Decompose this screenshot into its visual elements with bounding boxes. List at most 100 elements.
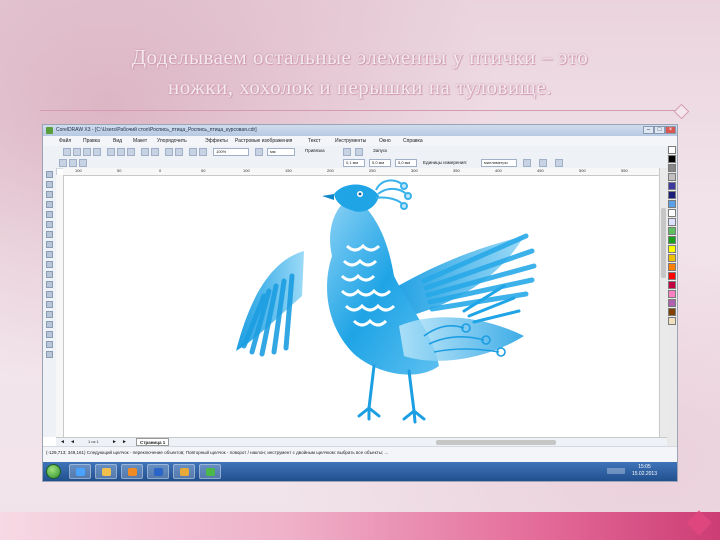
nudge-offset-field[interactable]: 0,1 мм <box>343 159 365 167</box>
welcome-screen-icon[interactable] <box>355 148 363 156</box>
maximize-button[interactable]: □ <box>654 126 665 134</box>
palette-swatch[interactable] <box>668 272 676 280</box>
connector-tool-icon[interactable] <box>46 301 53 308</box>
menu-file[interactable]: Файл <box>59 138 71 144</box>
open-icon[interactable] <box>73 148 81 156</box>
menu-text[interactable]: Текст <box>308 138 321 144</box>
smart-fill-tool-icon[interactable] <box>46 221 53 228</box>
palette-swatch[interactable] <box>668 200 676 208</box>
palette-swatch[interactable] <box>668 191 676 199</box>
palette-swatch[interactable] <box>668 254 676 262</box>
units-select[interactable]: миллиметры <box>481 159 517 167</box>
redo-icon[interactable] <box>151 148 159 156</box>
menu-help[interactable]: Справка <box>403 138 423 144</box>
drawing-canvas[interactable] <box>64 176 659 437</box>
palette-swatch[interactable] <box>668 155 676 163</box>
palette-swatch[interactable] <box>668 290 676 298</box>
page-size-icon[interactable] <box>59 159 67 167</box>
start-button[interactable] <box>46 464 61 479</box>
taskbar-ie[interactable] <box>69 464 91 479</box>
palette-swatch[interactable] <box>668 182 676 190</box>
taskbar-outlook[interactable] <box>173 464 195 479</box>
basic-shapes-tool-icon[interactable] <box>46 261 53 268</box>
palette-swatch[interactable] <box>668 227 676 235</box>
menu-edit[interactable]: Правка <box>83 138 100 144</box>
snap-to-label[interactable]: Привязка <box>305 148 325 153</box>
polygon-tool-icon[interactable] <box>46 251 53 258</box>
palette-swatch[interactable] <box>668 317 676 325</box>
previous-page-icon[interactable]: ◄ <box>70 439 75 445</box>
ellipse-tool-icon[interactable] <box>46 241 53 248</box>
system-tray-icons[interactable] <box>607 468 625 474</box>
rectangle-tool-icon[interactable] <box>46 231 53 238</box>
new-document-icon[interactable] <box>63 148 71 156</box>
palette-swatch[interactable] <box>668 236 676 244</box>
print-icon[interactable] <box>93 148 101 156</box>
export-icon[interactable] <box>175 148 183 156</box>
last-page-icon[interactable]: ► <box>122 439 127 445</box>
menu-window[interactable]: Окно <box>379 138 391 144</box>
menu-view[interactable]: Вид <box>113 138 122 144</box>
duplicate-x-field[interactable]: 5,0 мм <box>369 159 391 167</box>
palette-swatch[interactable] <box>668 299 676 307</box>
crop-tool-icon[interactable] <box>46 191 53 198</box>
menu-effects[interactable]: Эффекты <box>205 138 228 144</box>
close-button[interactable]: × <box>665 126 676 134</box>
page-tab-1[interactable]: Страница 1 <box>136 438 170 446</box>
landscape-icon[interactable] <box>79 159 87 167</box>
next-page-icon[interactable]: ► <box>112 439 117 445</box>
save-icon[interactable] <box>83 148 91 156</box>
text-tool-icon[interactable] <box>46 271 53 278</box>
palette-swatch[interactable] <box>668 245 676 253</box>
undo-icon[interactable] <box>141 148 149 156</box>
menu-bitmaps[interactable]: Растровые изображения <box>235 138 292 144</box>
vertical-scroll-thumb[interactable] <box>661 208 666 278</box>
duplicate-y-field[interactable]: 5,0 мм <box>395 159 417 167</box>
zoom-tool-icon[interactable] <box>46 201 53 208</box>
copy-icon[interactable] <box>117 148 125 156</box>
palette-swatch[interactable] <box>668 308 676 316</box>
interactive-fill-tool-icon[interactable] <box>46 351 53 358</box>
palette-swatch[interactable] <box>668 209 676 217</box>
palette-swatch[interactable] <box>668 173 676 181</box>
cut-icon[interactable] <box>107 148 115 156</box>
treat-as-filled-icon[interactable] <box>523 159 531 167</box>
units-field[interactable]: мм <box>267 148 295 156</box>
palette-swatch[interactable] <box>668 281 676 289</box>
horizontal-scroll-thumb[interactable] <box>436 440 556 445</box>
outline-tool-icon[interactable] <box>46 331 53 338</box>
palette-swatch[interactable] <box>668 164 676 172</box>
pick-tool-icon[interactable] <box>46 171 53 178</box>
corel-online-icon[interactable] <box>199 148 207 156</box>
first-page-icon[interactable]: ◄ <box>60 439 65 445</box>
menu-arrange[interactable]: Упорядочить <box>157 138 187 144</box>
eyedropper-tool-icon[interactable] <box>46 321 53 328</box>
taskbar-media-player[interactable] <box>121 464 143 479</box>
table-tool-icon[interactable] <box>46 281 53 288</box>
application-launcher-icon[interactable] <box>189 148 197 156</box>
portrait-icon[interactable] <box>69 159 77 167</box>
menu-tools[interactable]: Инструменты <box>335 138 366 144</box>
taskbar-clock[interactable]: 15:05 15.02.2013 <box>632 464 657 478</box>
blend-tool-icon[interactable] <box>46 311 53 318</box>
snap-icon[interactable] <box>539 159 547 167</box>
parallel-dimension-tool-icon[interactable] <box>46 291 53 298</box>
menu-layout[interactable]: Макет <box>133 138 147 144</box>
fill-tool-icon[interactable] <box>46 341 53 348</box>
zoom-level-select[interactable]: 100% <box>213 148 249 156</box>
taskbar-coreldraw[interactable] <box>199 464 221 479</box>
minimize-button[interactable]: – <box>643 126 654 134</box>
options-icon[interactable] <box>343 148 351 156</box>
full-screen-preview-icon[interactable] <box>255 148 263 156</box>
taskbar-explorer[interactable] <box>95 464 117 479</box>
launch-label[interactable]: Запуск <box>373 148 387 153</box>
taskbar-word[interactable] <box>147 464 169 479</box>
palette-swatch[interactable] <box>668 146 676 154</box>
bird-illustration[interactable] <box>64 176 659 437</box>
shape-tool-icon[interactable] <box>46 181 53 188</box>
palette-swatch[interactable] <box>668 218 676 226</box>
paste-icon[interactable] <box>127 148 135 156</box>
palette-swatch[interactable] <box>668 263 676 271</box>
import-icon[interactable] <box>165 148 173 156</box>
freehand-tool-icon[interactable] <box>46 211 53 218</box>
